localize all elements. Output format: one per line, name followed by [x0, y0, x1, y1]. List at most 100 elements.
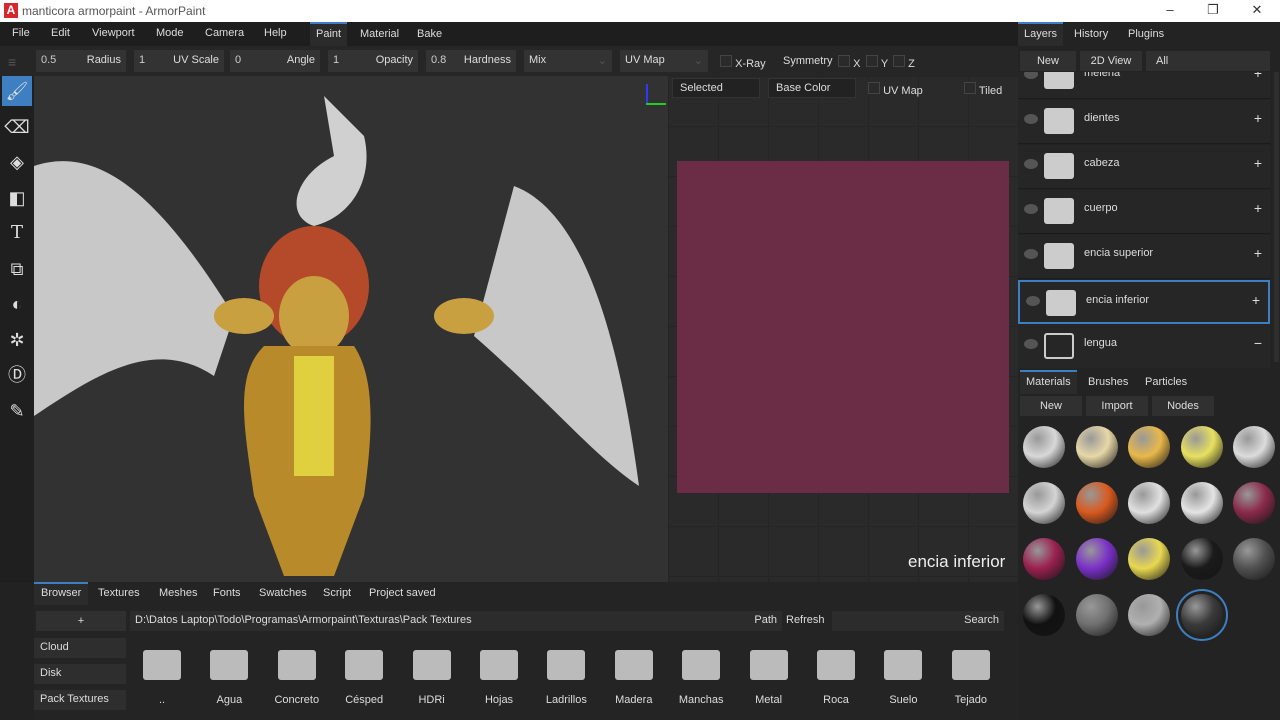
folder-item[interactable]: Hojas	[469, 650, 529, 706]
layer-row[interactable]: cabeza +	[1018, 145, 1270, 189]
folder-item[interactable]: Césped	[334, 650, 394, 706]
decal-icon[interactable]: ◧	[2, 183, 32, 213]
menu-edit[interactable]: Edit	[51, 27, 70, 39]
material-slot[interactable]	[1175, 589, 1228, 641]
material-slot[interactable]	[1023, 594, 1065, 636]
tab-swatches[interactable]: Swatches	[252, 582, 314, 605]
2d-view[interactable]: Selected Base Color UV Map Tiled encia i…	[668, 76, 1018, 582]
folder-item[interactable]: Suelo	[873, 650, 933, 706]
tab-material[interactable]: Material	[354, 22, 405, 46]
material-slot[interactable]	[1128, 482, 1170, 524]
folder-item[interactable]: Manchas	[671, 650, 731, 706]
source-cloud[interactable]: Cloud	[34, 638, 126, 658]
opacity-field[interactable]: 1 Opacity	[328, 50, 418, 72]
material-slot[interactable]	[1180, 538, 1223, 580]
angle-field[interactable]: 0 Angle	[230, 50, 320, 72]
hardness-field[interactable]: 0.8 Hardness	[426, 50, 516, 72]
material-slot[interactable]	[1128, 594, 1170, 636]
source-pack-textures[interactable]: Pack Textures	[34, 690, 126, 710]
menu-camera[interactable]: Camera	[205, 27, 244, 39]
uv-scale-field[interactable]: 1 UV Scale	[134, 50, 224, 72]
tab-textures[interactable]: Textures	[91, 582, 147, 605]
material-slot[interactable]	[1128, 538, 1170, 580]
folder-item[interactable]: Concreto	[267, 650, 327, 706]
blend-mode-dropdown[interactable]: Mix ⌄	[524, 50, 612, 72]
tab-fonts[interactable]: Fonts	[206, 582, 248, 605]
eye-icon[interactable]	[1024, 339, 1038, 349]
eye-icon[interactable]	[1024, 159, 1038, 169]
tex-coord-dropdown[interactable]: UV Map ⌄	[620, 50, 708, 72]
tab-plugins[interactable]: Plugins	[1122, 22, 1170, 46]
menu-help[interactable]: Help	[264, 27, 287, 39]
material-slot[interactable]	[1233, 482, 1275, 524]
path-input[interactable]: D:\Datos Laptop\Todo\Programas\Armorpain…	[130, 611, 782, 631]
material-slot[interactable]	[1075, 482, 1118, 524]
material-slot[interactable]	[1233, 426, 1275, 468]
layer-expand-button[interactable]: +	[1254, 72, 1262, 81]
layer-expand-button[interactable]: +	[1254, 200, 1262, 216]
layer-expand-button[interactable]: −	[1254, 335, 1262, 351]
menu-file[interactable]: File	[12, 27, 30, 39]
tab-script[interactable]: Script	[316, 582, 358, 605]
layer-expand-button[interactable]: +	[1254, 245, 1262, 261]
tiled-toggle[interactable]: Tiled	[964, 82, 1002, 97]
refresh-button[interactable]: Refresh	[786, 614, 825, 626]
eraser-icon[interactable]: ⌫	[2, 112, 32, 142]
minimize-button[interactable]: –	[1155, 2, 1185, 17]
symmetry-y[interactable]: Y	[866, 55, 888, 70]
3d-viewport[interactable]	[34, 76, 668, 582]
material-slot[interactable]	[1023, 426, 1065, 468]
layer-row[interactable]: encia inferior +	[1018, 280, 1270, 324]
eye-icon[interactable]	[1026, 296, 1040, 306]
layer-row[interactable]: encia superior +	[1018, 235, 1270, 279]
search-input[interactable]: Search	[832, 611, 1004, 631]
drag-handle-icon[interactable]: ≡	[8, 54, 16, 70]
eye-icon[interactable]	[1024, 72, 1038, 79]
layer-expand-button[interactable]: +	[1254, 110, 1262, 126]
tab-browser[interactable]: Browser	[34, 582, 89, 605]
layer-row[interactable]: melena +	[1018, 72, 1270, 99]
layer-expand-button[interactable]: +	[1254, 155, 1262, 171]
layer-row[interactable]: cuerpo +	[1018, 190, 1270, 234]
menu-mode[interactable]: Mode	[156, 27, 184, 39]
layer-expand-button[interactable]: +	[1252, 292, 1260, 308]
folder-item[interactable]: Tejado	[941, 650, 1001, 706]
eye-icon[interactable]	[1024, 204, 1038, 214]
material-slot[interactable]	[1023, 538, 1065, 580]
material-slot[interactable]	[1075, 538, 1118, 580]
blur-icon[interactable]: ◐	[2, 289, 32, 319]
material-slot[interactable]	[1233, 538, 1275, 580]
folder-item[interactable]: Metal	[739, 650, 799, 706]
new-layer-button[interactable]: New	[1020, 51, 1076, 71]
symmetry-z[interactable]: Z	[893, 55, 915, 70]
tab-materials[interactable]: Materials	[1020, 370, 1077, 394]
tab-brushes[interactable]: Brushes	[1082, 370, 1134, 394]
maximize-button[interactable]: ❐	[1198, 2, 1228, 18]
folder-item[interactable]: Ladrillos	[536, 650, 596, 706]
layer-row[interactable]: lengua −	[1018, 325, 1270, 368]
material-slot[interactable]	[1180, 426, 1223, 468]
bake-icon[interactable]: Ⓓ	[2, 360, 32, 390]
eye-icon[interactable]	[1024, 114, 1038, 124]
layer-filter-dropdown[interactable]: All	[1146, 51, 1270, 71]
folder-item[interactable]: Madera	[604, 650, 664, 706]
new-material-button[interactable]: New	[1020, 396, 1082, 416]
xray-checkbox[interactable]	[720, 55, 732, 67]
2d-view-button[interactable]: 2D View	[1080, 51, 1142, 71]
brush-icon[interactable]: 🖌	[2, 76, 32, 106]
layer-mode-dropdown[interactable]: Selected	[672, 78, 760, 98]
symmetry-x[interactable]: X	[838, 55, 860, 70]
tab-layers[interactable]: Layers	[1018, 22, 1064, 46]
folder-item[interactable]: Roca	[806, 650, 866, 706]
import-material-button[interactable]: Import	[1086, 396, 1148, 416]
material-slot[interactable]	[1075, 426, 1118, 468]
tab-particles[interactable]: Particles	[1139, 370, 1193, 394]
close-button[interactable]: ✕	[1242, 2, 1272, 18]
text-icon[interactable]: T	[2, 218, 32, 248]
material-slot[interactable]	[1180, 482, 1223, 524]
clone-icon[interactable]: ⧉	[2, 254, 32, 284]
add-source-button[interactable]: +	[36, 611, 126, 631]
tab-meshes[interactable]: Meshes	[152, 582, 205, 605]
tab-history[interactable]: History	[1068, 22, 1114, 46]
fill-icon[interactable]: ◈	[2, 147, 32, 177]
